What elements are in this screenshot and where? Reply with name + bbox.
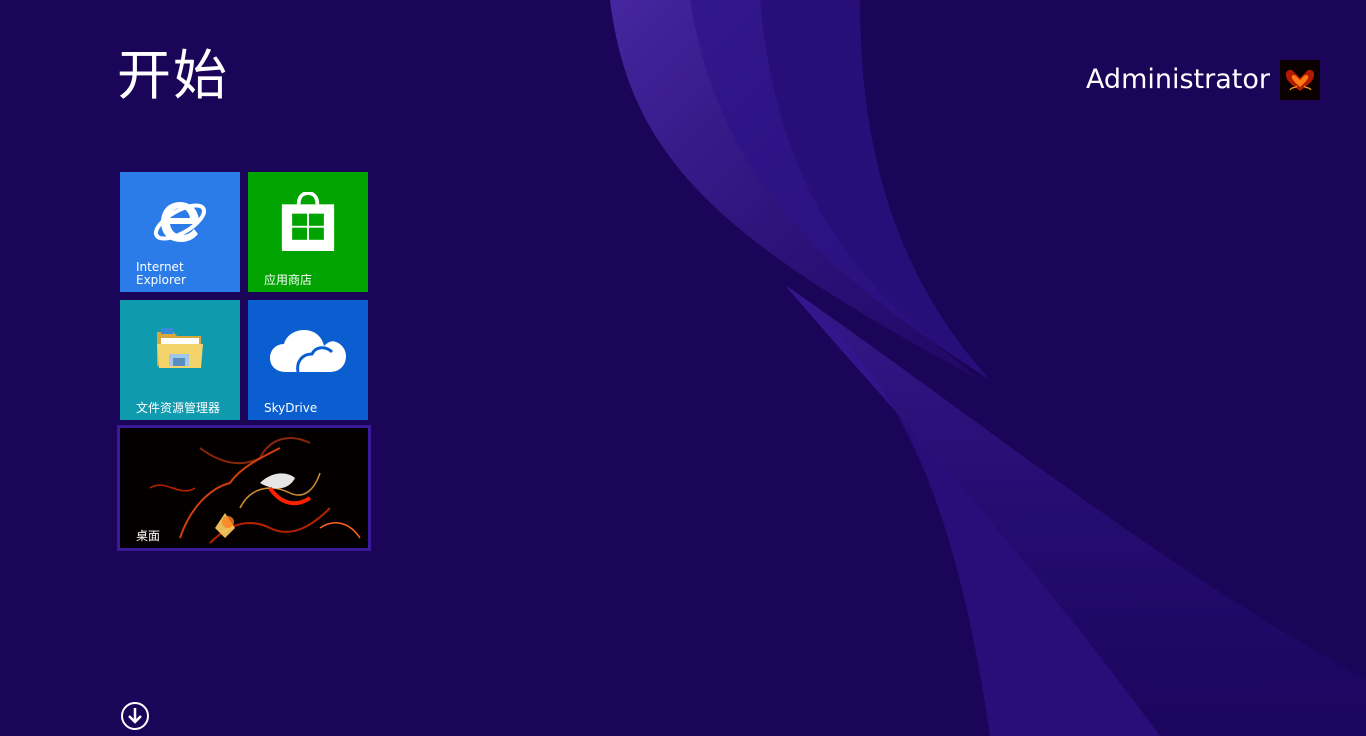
tile-label: 桌面 [136, 529, 161, 543]
user-avatar-icon [1280, 60, 1320, 100]
folder-icon [157, 328, 203, 368]
tile-desktop[interactable]: 桌面 [117, 425, 371, 551]
all-apps-button[interactable] [120, 701, 150, 731]
tile-internet-explorer[interactable]: Internet Explorer [120, 172, 240, 292]
user-account[interactable]: Administrator [1086, 60, 1320, 100]
tile-skydrive[interactable]: SkyDrive [248, 300, 368, 420]
user-name: Administrator [1085, 64, 1270, 95]
internet-explorer-icon [153, 202, 207, 242]
tile-label: SkyDrive [264, 401, 318, 415]
start-screen-title: 开始 [117, 44, 229, 107]
cloud-icon [270, 330, 346, 373]
arrow-down-circle-icon [121, 702, 149, 730]
store-bag-icon [281, 192, 335, 251]
tile-label: 文件资源管理器 [136, 401, 221, 415]
tile-file-explorer[interactable]: 文件资源管理器 [120, 300, 240, 420]
tile-store[interactable]: 应用商店 [248, 172, 368, 292]
tile-label: 应用商店 [264, 273, 313, 287]
tile-label: Internet Explorer [136, 260, 186, 287]
